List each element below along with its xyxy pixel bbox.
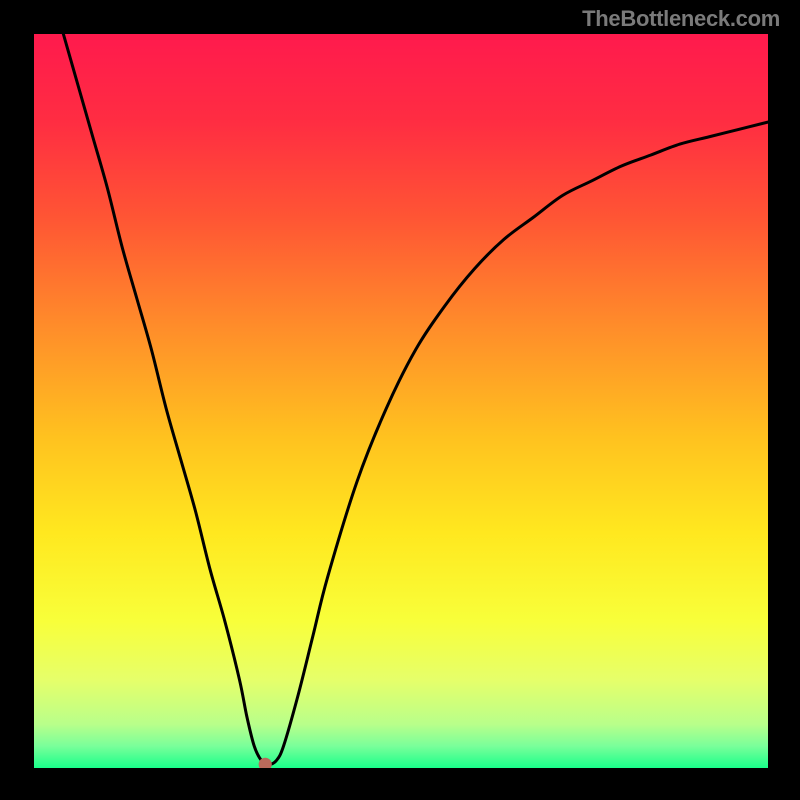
curve-layer [34, 34, 768, 768]
plot-area [34, 34, 768, 768]
bottleneck-curve [63, 34, 768, 764]
watermark-text: TheBottleneck.com [582, 6, 780, 32]
chart-container: TheBottleneck.com [0, 0, 800, 800]
